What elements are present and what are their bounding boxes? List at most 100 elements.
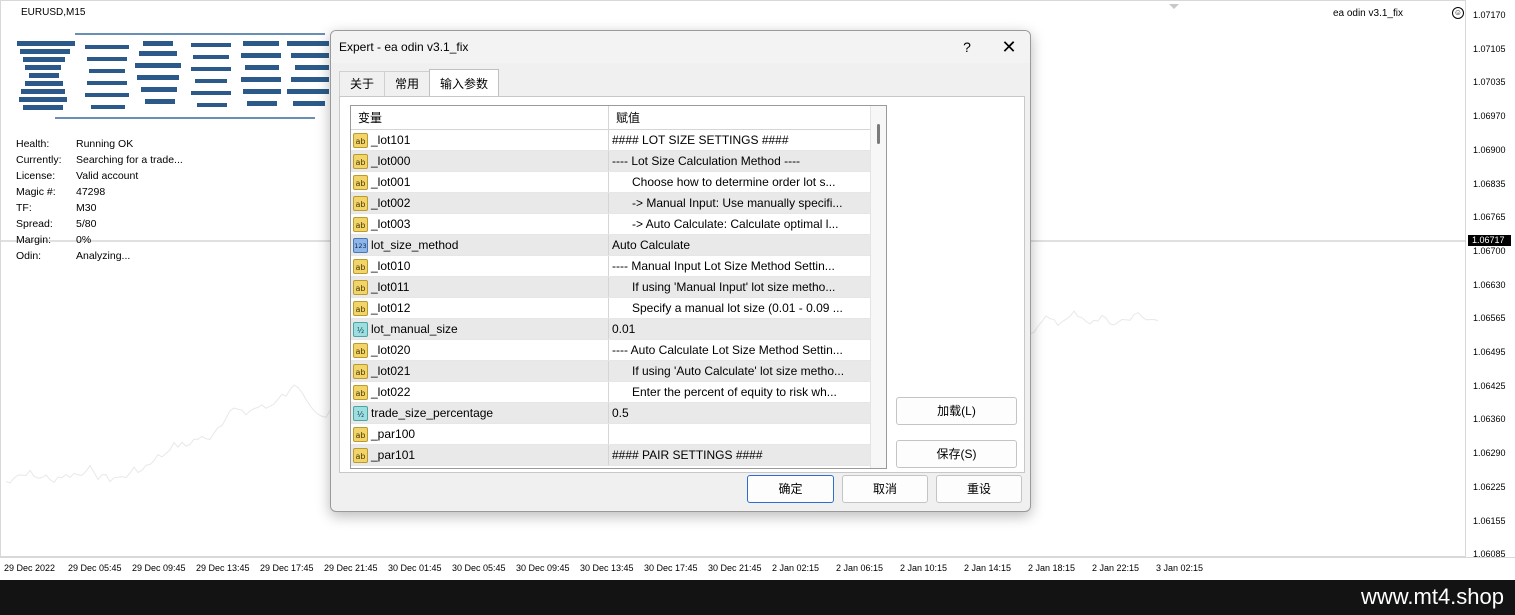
variable-cell[interactable]: ab _lot000 — [351, 151, 609, 171]
table-row[interactable]: ½ trade_size_percentage 0.5 — [351, 403, 886, 424]
variable-cell[interactable]: ab _lot001 — [351, 172, 609, 192]
time-tick-label: 30 Dec 05:45 — [452, 563, 506, 573]
table-row[interactable]: ab _lot012 Specify a manual lot size (0.0… — [351, 298, 886, 319]
status-value: M30 — [76, 202, 97, 214]
variable-cell[interactable]: ab _lot010 — [351, 256, 609, 276]
value-cell[interactable]: -> Manual Input: Use manually specifi... — [609, 193, 869, 213]
variable-name: _par101 — [371, 448, 416, 462]
table-row[interactable]: ½ lot_manual_size 0.01 — [351, 319, 886, 340]
dialog-titlebar[interactable]: Expert - ea odin v3.1_fix ? ✕ — [331, 31, 1030, 63]
terminal-window: EURUSD,M15 Health: Running OK Currently:… — [0, 0, 1515, 615]
table-row[interactable]: ab _lot101 #### LOT SIZE SETTINGS #### — [351, 130, 886, 151]
value-cell[interactable]: #### PAIR SETTINGS #### — [609, 445, 869, 465]
variable-cell[interactable]: ab _par101 — [351, 445, 609, 465]
time-tick-label: 2 Jan 14:15 — [964, 563, 1012, 573]
grid-body: ab _lot101 #### LOT SIZE SETTINGS #### ab _l… — [351, 130, 886, 466]
price-tick-label: 1.06290 — [1473, 448, 1506, 459]
status-label: Spread: — [16, 218, 53, 230]
variable-name: _lot000 — [371, 154, 411, 168]
value-cell[interactable]: 0.5 — [609, 403, 869, 423]
grid-scrollbar[interactable] — [870, 106, 886, 468]
string-type-icon: ab — [353, 447, 368, 463]
grid-header: 变量 赋值 — [351, 106, 886, 130]
string-type-icon: ab — [353, 258, 368, 274]
variable-cell[interactable]: ab _lot002 — [351, 193, 609, 213]
value-cell[interactable]: If using 'Auto Calculate' lot size metho… — [609, 361, 869, 381]
value-cell[interactable]: Choose how to determine order lot s... — [609, 172, 869, 192]
time-axis[interactable]: 29 Dec 2022 29 Dec 05:45 29 Dec 09:45 29 De… — [0, 557, 1515, 579]
table-row[interactable]: ab _par101 #### PAIR SETTINGS #### — [351, 445, 886, 466]
time-tick-label: 29 Dec 09:45 — [132, 563, 186, 573]
string-type-icon: ab — [353, 195, 368, 211]
time-tick-label: 2 Jan 18:15 — [1028, 563, 1076, 573]
variable-cell[interactable]: ab _lot101 — [351, 130, 609, 150]
value-cell[interactable]: If using 'Manual Input' lot size metho..… — [609, 277, 869, 297]
ea-name-label[interactable]: ea odin v3.1_fix — [1333, 8, 1403, 19]
time-tick-label: 30 Dec 21:45 — [708, 563, 762, 573]
variable-cell[interactable]: ab _lot022 — [351, 382, 609, 402]
status-value: 0% — [76, 234, 92, 246]
time-tick-label: 30 Dec 13:45 — [580, 563, 634, 573]
close-button[interactable]: ✕ — [995, 36, 1023, 58]
table-row[interactable]: ab _lot021 If using 'Auto Calculate' lot … — [351, 361, 886, 382]
variable-cell[interactable]: ab _lot021 — [351, 361, 609, 381]
double-type-icon: ½ — [353, 405, 368, 421]
column-header-variable[interactable]: 变量 — [351, 106, 609, 129]
value-cell[interactable]: ---- Manual Input Lot Size Method Settin… — [609, 256, 869, 276]
value-cell[interactable]: 0.01 — [609, 319, 869, 339]
odin-logo-art — [17, 33, 329, 119]
help-button[interactable]: ? — [955, 36, 979, 58]
smiley-icon[interactable]: ☺ — [1452, 7, 1464, 19]
table-row[interactable]: ab _lot022 Enter the percent of equity to… — [351, 382, 886, 403]
table-row[interactable]: ab _lot000 ---- Lot Size Calculation Metho… — [351, 151, 886, 172]
status-row: Margin: 0% — [16, 234, 183, 250]
table-row[interactable]: ab _lot002 -> Manual Input: Use manually … — [351, 193, 886, 214]
tab-about[interactable]: 关于 — [339, 71, 386, 96]
variable-cell[interactable]: ½ trade_size_percentage — [351, 403, 609, 423]
table-row[interactable]: ab _lot010 ---- Manual Input Lot Size Meth… — [351, 256, 886, 277]
time-tick-label: 2 Jan 02:15 — [772, 563, 820, 573]
price-tick-label: 1.06360 — [1473, 414, 1506, 425]
variable-cell[interactable]: 123 lot_size_method — [351, 235, 609, 255]
value-cell[interactable]: Enter the percent of equity to risk wh..… — [609, 382, 869, 402]
column-header-value[interactable]: 赋值 — [609, 106, 869, 129]
value-cell[interactable]: ---- Auto Calculate Lot Size Method Sett… — [609, 340, 869, 360]
scrollbar-thumb[interactable] — [877, 124, 880, 144]
price-tick-label: 1.06495 — [1473, 347, 1506, 357]
time-tick-label: 29 Dec 13:45 — [196, 563, 250, 573]
cancel-button[interactable]: 取消 — [842, 475, 928, 503]
load-button[interactable]: 加载(L) — [896, 397, 1017, 425]
variable-cell[interactable]: ab _lot012 — [351, 298, 609, 318]
variable-cell[interactable]: ab _lot003 — [351, 214, 609, 234]
time-tick-label: 29 Dec 21:45 — [324, 563, 378, 573]
value-cell[interactable]: ---- Lot Size Calculation Method ---- — [609, 151, 869, 171]
table-row[interactable]: ab _par100 — [351, 424, 886, 445]
variable-name: _lot002 — [371, 196, 411, 210]
tab-inputs[interactable]: 输入参数 — [429, 69, 500, 96]
table-row[interactable]: ab _lot001 Choose how to determine order … — [351, 172, 886, 193]
variable-cell[interactable]: ab _lot020 — [351, 340, 609, 360]
variable-cell[interactable]: ½ lot_manual_size — [351, 319, 609, 339]
value-cell[interactable]: #### LOT SIZE SETTINGS #### — [609, 130, 869, 150]
string-type-icon: ab — [353, 216, 368, 232]
table-row[interactable]: ab _lot011 If using 'Manual Input' lot si… — [351, 277, 886, 298]
save-button[interactable]: 保存(S) — [896, 440, 1017, 468]
table-row[interactable]: ab _lot003 -> Auto Calculate: Calculate o… — [351, 214, 886, 235]
variable-name: _lot010 — [371, 259, 411, 273]
value-cell[interactable]: Auto Calculate — [609, 235, 869, 255]
value-cell[interactable] — [609, 424, 869, 444]
tab-common[interactable]: 常用 — [384, 71, 431, 96]
variable-cell[interactable]: ab _lot011 — [351, 277, 609, 297]
variable-cell[interactable]: ab _par100 — [351, 424, 609, 444]
dialog-tabs: 关于 常用 输入参数 — [339, 69, 500, 96]
price-axis[interactable]: 1.07170 1.07105 1.07035 1.06970 1.06900 1.068… — [1466, 0, 1515, 559]
ok-button[interactable]: 确定 — [747, 475, 834, 503]
reset-button[interactable]: 重设 — [936, 475, 1022, 503]
table-row[interactable]: ab _lot020 ---- Auto Calculate Lot Size Me… — [351, 340, 886, 361]
status-label: Health: — [16, 138, 50, 150]
table-row[interactable]: 123 lot_size_method Auto Calculate — [351, 235, 886, 256]
status-row: TF: M30 — [16, 202, 183, 218]
status-value: Valid account — [76, 170, 139, 182]
value-cell[interactable]: Specify a manual lot size (0.01 - 0.09 .… — [609, 298, 869, 318]
value-cell[interactable]: -> Auto Calculate: Calculate optimal l..… — [609, 214, 869, 234]
